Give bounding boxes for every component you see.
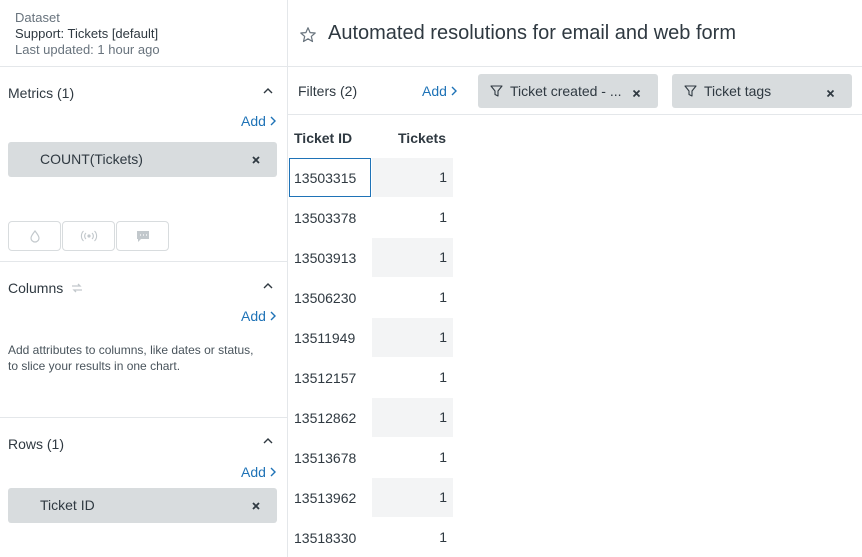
dataset-label: Dataset [15, 10, 60, 25]
table-cell-tickets[interactable]: 1 [372, 438, 453, 477]
table-cell-tickets[interactable]: 1 [372, 358, 453, 397]
filters-add-label: Add [422, 83, 447, 99]
filters-title: Filters (2) [298, 83, 358, 99]
rows-add-label: Add [241, 464, 266, 480]
table-cell-ticket-id[interactable]: 13506230 [294, 290, 356, 306]
filters-add-button[interactable]: Add [422, 83, 458, 99]
table-cell-tickets[interactable]: 1 [372, 318, 453, 357]
star-icon[interactable] [299, 26, 317, 44]
chevron-right-icon [270, 311, 276, 321]
dataset-updated: Last updated: 1 hour ago [15, 42, 160, 57]
viz-drop-button[interactable] [8, 221, 61, 251]
table-cell-ticket-id[interactable]: 13511949 [294, 330, 355, 346]
report-header: Automated resolutions for email and web … [288, 0, 862, 67]
filters-bar: Filters (2) Add Ticket created - ... Tic… [288, 67, 862, 115]
table-cell-ticket-id[interactable]: 13512157 [294, 370, 356, 386]
viz-comment-button[interactable] [116, 221, 169, 251]
filter-chip-ticket-created[interactable]: Ticket created - ... [478, 74, 658, 108]
table-cell-tickets[interactable]: 1 [372, 278, 453, 317]
swap-icon[interactable] [70, 281, 84, 295]
table-cell-ticket-id[interactable]: 13503913 [294, 250, 356, 266]
metric-pill[interactable]: COUNT(Tickets) [8, 142, 277, 177]
table-cell-tickets[interactable]: 1 [372, 518, 453, 557]
table-cell-ticket-id[interactable]: 13513678 [294, 450, 356, 466]
metrics-add-button[interactable]: Add [241, 113, 277, 129]
chevron-right-icon [270, 116, 276, 126]
chevron-up-icon[interactable] [262, 280, 274, 292]
report-title[interactable]: Automated resolutions for email and web … [328, 22, 736, 45]
close-icon[interactable] [251, 155, 261, 165]
table-cell-tickets[interactable]: 1 [372, 238, 453, 277]
close-icon[interactable] [251, 501, 261, 511]
filter-chip-label: Ticket created - ... [510, 83, 622, 99]
table-cell-tickets[interactable]: 1 [372, 478, 453, 517]
row-pill-label: Ticket ID [40, 497, 95, 513]
rows-add-button[interactable]: Add [241, 464, 277, 480]
columns-title: Columns [8, 280, 64, 296]
columns-add-label: Add [241, 308, 266, 324]
selected-cell-outline [289, 158, 371, 197]
close-icon[interactable] [826, 89, 835, 98]
metrics-title: Metrics (1) [8, 85, 75, 101]
table-cell-tickets[interactable]: 1 [372, 158, 453, 197]
divider [0, 66, 288, 67]
chevron-right-icon [451, 86, 457, 96]
dataset-info: Dataset Support: Tickets [default] Last … [15, 10, 160, 58]
row-pill[interactable]: Ticket ID [8, 488, 277, 523]
viz-broadcast-button[interactable] [62, 221, 115, 251]
chevron-up-icon[interactable] [262, 435, 274, 447]
chevron-up-icon[interactable] [262, 85, 274, 97]
close-icon[interactable] [632, 89, 641, 98]
columns-help-text: Add attributes to columns, like dates or… [8, 343, 254, 373]
table-cell-ticket-id[interactable]: 13518330 [294, 530, 356, 546]
columns-add-button[interactable]: Add [241, 308, 277, 324]
filter-icon [684, 85, 697, 97]
filter-chip-label: Ticket tags [704, 83, 772, 99]
table-cell-ticket-id[interactable]: 13503378 [294, 210, 356, 226]
table-cell-ticket-id[interactable]: 13512862 [294, 410, 356, 426]
filter-chip-ticket-tags[interactable]: Ticket tags [672, 74, 852, 108]
metric-pill-label: COUNT(Tickets) [40, 151, 143, 167]
table-cell-tickets[interactable]: 1 [372, 398, 453, 437]
filter-icon [490, 85, 503, 97]
drop-icon [29, 230, 40, 243]
metrics-add-label: Add [241, 113, 266, 129]
sidebar: Dataset Support: Tickets [default] Last … [0, 0, 288, 557]
table-cell-tickets[interactable]: 1 [372, 198, 453, 237]
comment-icon [136, 231, 149, 242]
chevron-right-icon [270, 467, 276, 477]
dataset-name[interactable]: Support: Tickets [default] [15, 26, 160, 42]
rows-title: Rows (1) [8, 436, 65, 452]
divider [0, 417, 288, 418]
divider [0, 261, 288, 262]
columns-header: Columns [8, 280, 84, 296]
column-header-tickets[interactable]: Tickets [398, 130, 446, 146]
column-header-ticket-id[interactable]: Ticket ID [294, 130, 352, 146]
broadcast-icon [80, 230, 97, 242]
table-cell-ticket-id[interactable]: 13513962 [294, 490, 356, 506]
